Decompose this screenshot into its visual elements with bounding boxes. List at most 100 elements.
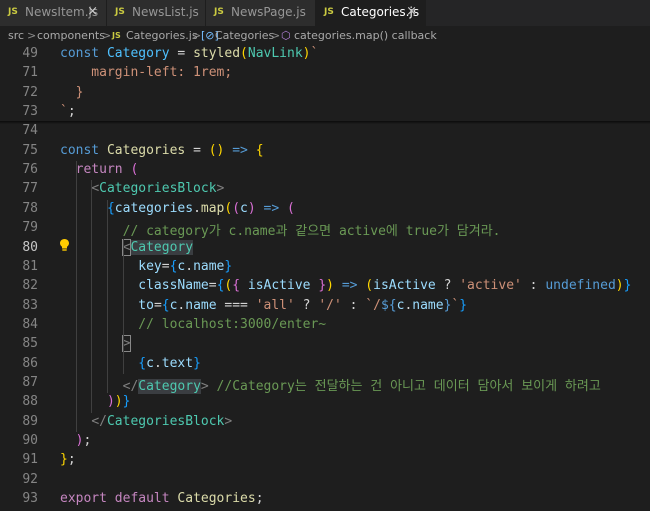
code-line[interactable]: 49 const Category = styled(NavLink)` xyxy=(0,45,650,64)
close-icon[interactable]: × xyxy=(87,4,98,19)
line-number: 79 xyxy=(22,220,38,236)
code-token: Category xyxy=(130,239,194,255)
code-token: = xyxy=(161,258,170,274)
code-text: // category가 c.name과 같으면 active에 true가 담… xyxy=(60,220,501,239)
code-token: Category xyxy=(106,46,170,61)
breadcrumb: src > components > JS Categories.js > [⊘… xyxy=(0,26,650,45)
tab-newsitem[interactable]: JS NewsItem.js × xyxy=(0,0,107,26)
code-line[interactable]: 78 {categories.map((c) => ( xyxy=(0,200,650,219)
code-token: = xyxy=(169,46,194,61)
code-token: . xyxy=(193,200,201,216)
tab-categories[interactable]: JS Categories.js × xyxy=(316,0,426,26)
breadcrumb-callback[interactable]: categories.map() callback xyxy=(294,29,437,42)
line-number: 85 xyxy=(22,336,38,352)
code-token: Category xyxy=(138,378,201,394)
tab-label: NewsPage.js xyxy=(231,5,306,19)
code-token: } xyxy=(60,452,68,468)
code-line[interactable]: 82 className={({ isActive }) => (isActiv… xyxy=(0,277,650,296)
code-token: . xyxy=(185,258,194,274)
code-line[interactable]: 79 // category가 c.name과 같으면 active에 true… xyxy=(0,219,650,239)
code-token: 'active' xyxy=(459,278,522,294)
breadcrumb-components[interactable]: components xyxy=(37,29,105,42)
code-token: ` xyxy=(310,46,319,61)
code-token: ) xyxy=(302,46,311,61)
code-line[interactable]: 93 export default Categories; xyxy=(0,490,650,509)
code-line[interactable]: 81 key={c.name} xyxy=(0,258,650,277)
code-token: ) xyxy=(114,394,123,410)
code-token: to xyxy=(138,297,154,313)
code-line[interactable]: 74 xyxy=(0,122,650,141)
code-token: ; xyxy=(67,104,76,120)
code-token: () xyxy=(208,142,225,158)
code-token: ( xyxy=(240,46,248,61)
code-token: { xyxy=(106,200,115,216)
breadcrumb-symbol[interactable]: Categories xyxy=(215,29,274,42)
code-token: //Category는 전달하는 건 아니고 데이터 담아서 보이게 하려고 xyxy=(208,378,601,394)
line-number: 83 xyxy=(22,297,38,313)
code-token: { xyxy=(138,355,147,371)
code-token: 'all' xyxy=(255,297,295,313)
code-text: </Category> //Category는 전달하는 건 아니고 데이터 담… xyxy=(60,375,601,394)
code-line[interactable]: 87 </Category> //Category는 전달하는 건 아니고 데이… xyxy=(0,374,650,394)
tab-newspage[interactable]: JS NewsPage.js xyxy=(206,0,316,26)
code-line[interactable]: 76 return ( xyxy=(0,161,650,180)
line-number: 88 xyxy=(22,394,38,410)
code-line[interactable]: 73 `; xyxy=(0,103,650,123)
indent-guide xyxy=(122,238,124,374)
code-line[interactable]: 85 > xyxy=(0,335,650,354)
code-line[interactable]: 75 const Categories = () => { xyxy=(0,142,650,161)
lightbulb-icon[interactable] xyxy=(59,238,70,252)
code-line[interactable]: 91}; xyxy=(0,451,650,470)
code-line[interactable]: 86 {c.text} xyxy=(0,355,650,374)
code-token: => xyxy=(341,278,358,294)
code-token: styled xyxy=(193,46,241,61)
code-line[interactable]: 72 } xyxy=(0,83,650,103)
code-token: isActive xyxy=(247,278,311,294)
code-token: ? xyxy=(435,278,460,294)
line-number: 81 xyxy=(22,258,38,274)
code-line[interactable]: 83 to={c.name === 'all' ? '/' : `/${c.na… xyxy=(0,297,650,316)
code-text: }; xyxy=(60,452,76,467)
cube-method-icon: ⬡ xyxy=(281,29,291,42)
breadcrumb-src[interactable]: src xyxy=(8,29,24,42)
code-line[interactable]: 71 margin-left: 1rem; xyxy=(0,64,650,84)
code-text: const Categories = () => { xyxy=(60,143,264,158)
line-number: 89 xyxy=(22,413,38,429)
code-line[interactable]: 92 xyxy=(0,471,650,490)
code-line[interactable]: 90 ); xyxy=(0,432,650,451)
js-file-icon: JS xyxy=(112,31,121,40)
code-text: key={c.name} xyxy=(60,259,232,274)
code-line[interactable]: 77 <CategoriesBlock> xyxy=(0,180,650,199)
tab-newslist[interactable]: JS NewsList.js xyxy=(107,0,206,26)
code-token: > xyxy=(121,335,132,353)
code-text: className={({ isActive }) => (isActive ?… xyxy=(60,278,631,293)
code-token: => xyxy=(263,200,280,216)
indent-guide xyxy=(91,180,93,413)
code-token: ${ xyxy=(380,297,397,313)
code-token: : xyxy=(341,297,366,313)
code-line[interactable]: 84 // localhost:3000/enter~ xyxy=(0,316,650,335)
code-text: margin-left: 1rem; xyxy=(60,65,232,80)
code-token: NavLink xyxy=(247,46,303,61)
code-token: default xyxy=(114,491,170,507)
code-token: </ xyxy=(91,413,107,429)
code-token: ( xyxy=(365,278,374,294)
code-line[interactable]: 89 </CategoriesBlock> xyxy=(0,413,650,432)
code-line[interactable]: 80 <Category xyxy=(0,238,650,258)
breadcrumb-file[interactable]: Categories.js xyxy=(126,29,198,42)
code-text: ))} xyxy=(60,394,130,409)
chevron-right-icon: > xyxy=(271,29,281,42)
code-token: `/ xyxy=(365,297,381,313)
js-file-icon: JS xyxy=(8,7,18,17)
code-token: export xyxy=(60,491,107,507)
close-icon[interactable]: × xyxy=(406,4,417,19)
code-line[interactable]: 88 ))} xyxy=(0,393,650,412)
code-text: > xyxy=(60,335,132,353)
